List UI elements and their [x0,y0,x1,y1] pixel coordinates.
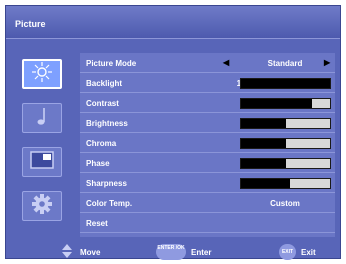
settings-menu: Picture Mode ◀ Standard ▶ Backlight 100 … [80,53,335,237]
sidebar-item-picture[interactable] [22,59,62,89]
backlight-row[interactable]: Backlight 100 [80,73,335,93]
picture-mode-row[interactable]: Picture Mode ◀ Standard ▶ [80,53,335,73]
brightness-slider-fill [241,119,286,128]
music-note-icon [32,105,52,132]
exit-key-text: EXIT [281,249,294,255]
move-arrows-icon [61,243,73,261]
contrast-slider-fill [241,99,313,108]
phase-slider-fill [241,159,286,168]
sidebar-item-settings[interactable] [22,191,62,221]
backlight-slider[interactable] [240,78,331,89]
reset-label: Reset [86,219,108,228]
sharpness-label: Sharpness [86,179,127,188]
phase-slider[interactable] [240,158,331,169]
right-arrow-icon[interactable]: ▶ [324,58,330,67]
menu-title: Picture [6,6,340,39]
sharpness-row[interactable]: Sharpness 5 [80,173,335,193]
sidebar-item-display[interactable] [22,147,62,177]
footer-hints: Move ENTER /OK Enter EXIT Exit [6,243,340,260]
color-temp-row[interactable]: Color Temp. Custom [80,193,335,213]
contrast-label: Contrast [86,99,119,108]
sidebar-item-audio[interactable] [22,103,62,133]
backlight-label: Backlight [86,79,123,88]
chroma-slider[interactable] [240,138,331,149]
move-label: Move [80,248,101,257]
sharpness-slider-fill [241,179,290,188]
reset-row[interactable]: Reset [80,213,335,233]
picture-mode-label: Picture Mode [86,59,137,68]
brightness-icon [29,61,55,88]
phase-label: Phase [86,159,110,168]
contrast-slider[interactable] [240,98,331,109]
exit-key-badge: EXIT [279,244,296,260]
brightness-label: Brightness [86,119,128,128]
brightness-slider[interactable] [240,118,331,129]
phase-row[interactable]: Phase 50 [80,153,335,173]
sharpness-slider[interactable] [240,178,331,189]
chroma-label: Chroma [86,139,117,148]
brightness-row[interactable]: Brightness 50 [80,113,335,133]
enter-key-text: ENTER /OK [157,245,185,251]
color-temp-value: Custom [270,199,300,208]
picture-mode-value: Standard [267,59,303,68]
osd-menu: Picture Picture Mode ◀ Standard ▶ Backli… [5,5,341,260]
exit-label: Exit [301,248,316,257]
chroma-row[interactable]: Chroma 50 [80,133,335,153]
enter-label: Enter [191,248,212,257]
contrast-row[interactable]: Contrast 80 [80,93,335,113]
chroma-slider-fill [241,139,286,148]
gear-icon [31,193,53,220]
color-temp-label: Color Temp. [86,199,133,208]
backlight-slider-fill [241,79,330,88]
window-icon [29,150,55,175]
enter-key-badge: ENTER /OK [156,244,186,260]
left-arrow-icon[interactable]: ◀ [223,58,229,67]
